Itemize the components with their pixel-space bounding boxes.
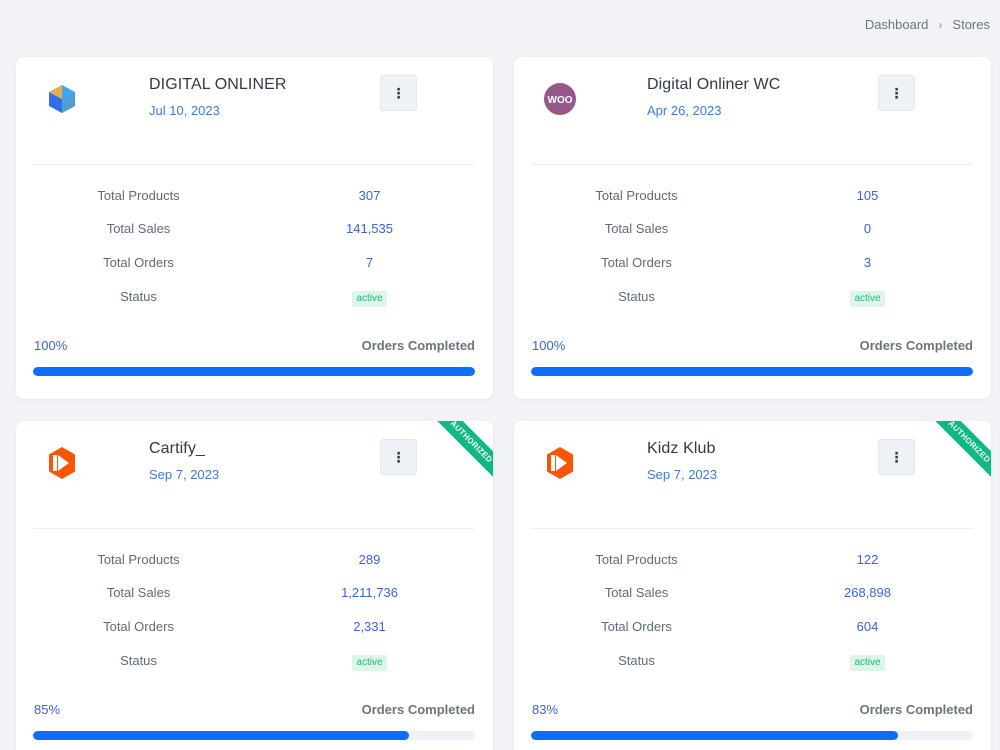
stat-row-products: Total Products 122 xyxy=(514,552,991,572)
store-name: Digital Onliner WC xyxy=(647,76,781,93)
ribbon-label: AUTHORIZED xyxy=(927,421,991,484)
stat-row-status: Status active xyxy=(514,653,991,673)
stat-label: Total Products xyxy=(595,188,678,203)
breadcrumb-dashboard-link[interactable]: Dashboard xyxy=(865,17,929,32)
divider xyxy=(33,528,475,529)
authorized-ribbon: AUTHORIZED xyxy=(925,421,991,487)
progress-bar xyxy=(531,367,973,376)
progress-fill xyxy=(531,367,973,376)
stat-row-products: Total Products 307 xyxy=(16,188,493,208)
stat-label: Total Orders xyxy=(103,619,174,634)
stat-value-orders: 604 xyxy=(856,619,879,634)
stat-row-products: Total Products 289 xyxy=(16,552,493,572)
store-date: Apr 26, 2023 xyxy=(647,103,722,118)
stat-label: Status xyxy=(618,289,655,304)
progress-bar xyxy=(33,367,475,376)
orders-completed-label: Orders Completed xyxy=(859,702,973,717)
store-date: Sep 7, 2023 xyxy=(647,467,718,482)
stat-value-products: 289 xyxy=(358,552,381,567)
status-badge: active xyxy=(850,291,885,307)
progress-bar xyxy=(33,731,475,740)
progress-fill xyxy=(531,731,898,740)
stat-row-sales: Total Sales 141,535 xyxy=(16,221,493,241)
divider xyxy=(531,528,973,529)
stat-label: Total Sales xyxy=(106,585,171,600)
stat-label: Total Orders xyxy=(601,255,672,270)
woocommerce-logo-icon: WOO xyxy=(542,81,578,117)
stat-value-products: 307 xyxy=(358,188,381,203)
stat-value-orders: 3 xyxy=(863,255,872,270)
breadcrumb: Dashboard › Stores xyxy=(865,17,990,32)
store-card: AUTHORIZED Cartify_ Sep 7, 2023 ⋮ Total … xyxy=(16,421,493,750)
daraz-logo-icon xyxy=(542,445,578,481)
orders-completed-label: Orders Completed xyxy=(859,338,973,353)
stat-label: Total Products xyxy=(595,552,678,567)
stat-row-orders: Total Orders 7 xyxy=(16,255,493,275)
stat-row-products: Total Products 105 xyxy=(514,188,991,208)
progress-percent: 83% xyxy=(532,702,559,717)
stat-value-sales: 0 xyxy=(863,221,872,236)
divider xyxy=(531,164,973,165)
stat-row-sales: Total Sales 0 xyxy=(514,221,991,241)
stat-row-sales: Total Sales 268,898 xyxy=(514,585,991,605)
store-card: DIGITAL ONLINER Jul 10, 2023 ⋮ Total Pro… xyxy=(16,57,493,399)
stat-row-orders: Total Orders 604 xyxy=(514,619,991,639)
progress-percent: 100% xyxy=(34,338,68,353)
more-options-button[interactable]: ⋮ xyxy=(878,439,915,475)
store-date: Sep 7, 2023 xyxy=(149,467,220,482)
orders-completed-label: Orders Completed xyxy=(361,338,475,353)
store-name: DIGITAL ONLINER xyxy=(149,76,287,93)
progress-bar xyxy=(531,731,973,740)
daraz-logo-icon xyxy=(44,445,80,481)
divider xyxy=(33,164,475,165)
stat-row-orders: Total Orders 2,331 xyxy=(16,619,493,639)
stat-label: Total Orders xyxy=(103,255,174,270)
store-name: Cartify_ xyxy=(149,440,205,457)
stat-row-status: Status active xyxy=(16,653,493,673)
stat-label: Total Sales xyxy=(604,585,669,600)
store-card: AUTHORIZED Kidz Klub Sep 7, 2023 ⋮ Total… xyxy=(514,421,991,750)
status-badge: active xyxy=(352,291,387,307)
stat-label: Total Sales xyxy=(106,221,171,236)
progress-fill xyxy=(33,731,409,740)
stat-label: Total Orders xyxy=(601,619,672,634)
breadcrumb-separator: › xyxy=(938,17,943,32)
stat-value-sales: 268,898 xyxy=(844,585,891,600)
progress-fill xyxy=(33,367,475,376)
orders-completed-label: Orders Completed xyxy=(361,702,475,717)
more-options-button[interactable]: ⋮ xyxy=(380,439,417,475)
store-card: WOO Digital Onliner WC Apr 26, 2023 ⋮ To… xyxy=(514,57,991,399)
stat-value-sales: 1,211,736 xyxy=(341,585,398,600)
stat-label: Status xyxy=(120,289,157,304)
stat-row-sales: Total Sales 1,211,736 xyxy=(16,585,493,605)
stat-row-status: Status active xyxy=(514,289,991,309)
breadcrumb-current: Stores xyxy=(952,17,990,32)
stat-row-orders: Total Orders 3 xyxy=(514,255,991,275)
stat-row-status: Status active xyxy=(16,289,493,309)
status-badge: active xyxy=(850,655,885,671)
stat-label: Status xyxy=(618,653,655,668)
cube-logo-icon xyxy=(44,81,80,117)
ribbon-label: AUTHORIZED xyxy=(429,421,493,484)
stat-label: Status xyxy=(120,653,157,668)
progress-percent: 85% xyxy=(34,702,61,717)
stat-label: Total Products xyxy=(97,188,180,203)
stat-value-orders: 2,331 xyxy=(353,619,386,634)
stat-label: Total Sales xyxy=(604,221,669,236)
svg-text:WOO: WOO xyxy=(548,95,573,106)
store-date: Jul 10, 2023 xyxy=(149,103,220,118)
authorized-ribbon: AUTHORIZED xyxy=(427,421,493,487)
stat-value-sales: 141,535 xyxy=(346,221,393,236)
stat-label: Total Products xyxy=(97,552,180,567)
stat-value-products: 105 xyxy=(856,188,879,203)
stat-value-orders: 7 xyxy=(365,255,374,270)
stat-value-products: 122 xyxy=(856,552,879,567)
more-options-button[interactable]: ⋮ xyxy=(878,75,915,111)
store-name: Kidz Klub xyxy=(647,440,716,457)
progress-percent: 100% xyxy=(532,338,566,353)
more-options-button[interactable]: ⋮ xyxy=(380,75,417,111)
status-badge: active xyxy=(352,655,387,671)
